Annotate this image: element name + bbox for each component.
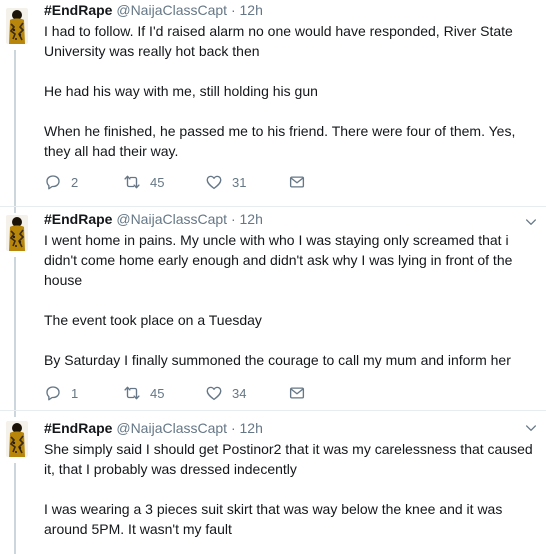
heart-icon — [205, 173, 223, 191]
tweet-header: #EndRape @NaijaClassCapt · 12h — [44, 210, 263, 228]
like-count: 34 — [232, 385, 247, 401]
tweet-text: She simply said I should get Postinor2 t… — [44, 439, 542, 539]
timestamp[interactable]: · 12h — [231, 2, 263, 18]
reply-icon — [44, 384, 62, 402]
tweet-paragraph: By Saturday I finally summoned the coura… — [44, 352, 511, 368]
thread-line — [14, 463, 16, 554]
thread-line — [14, 257, 16, 411]
tweet-actions: 1 45 34 — [44, 383, 306, 403]
tweet-header: #EndRape @NaijaClassCapt · 12h — [44, 1, 263, 19]
reply-button[interactable]: 2 — [44, 173, 123, 191]
reply-count: 1 — [71, 385, 79, 401]
tweet-paragraph: The event took place on a Tuesday — [44, 312, 262, 328]
username[interactable]: @NaijaClassCapt — [116, 420, 227, 436]
retweet-icon — [123, 384, 141, 402]
avatar[interactable] — [6, 215, 28, 251]
tweet-text: I had to follow. If I'd raised alarm no … — [44, 21, 542, 161]
like-button[interactable]: 31 — [205, 173, 288, 191]
display-name[interactable]: #EndRape — [44, 211, 112, 227]
envelope-icon — [288, 384, 306, 402]
tweet-header: #EndRape @NaijaClassCapt · 12h — [44, 419, 263, 437]
retweet-icon — [123, 173, 141, 191]
tweet-paragraph: She simply said I should get Postinor2 t… — [44, 441, 533, 477]
username[interactable]: @NaijaClassCapt — [116, 211, 227, 227]
thread-line — [14, 411, 16, 417]
direct-message-button[interactable] — [288, 173, 306, 191]
retweet-count: 45 — [150, 385, 165, 401]
timestamp[interactable]: · 12h — [231, 211, 263, 227]
username[interactable]: @NaijaClassCapt — [116, 2, 227, 18]
tweet-paragraph: I was wearing a 3 pieces suit skirt that… — [44, 501, 503, 537]
direct-message-button[interactable] — [288, 384, 306, 402]
avatar[interactable] — [6, 421, 28, 457]
reply-button[interactable]: 1 — [44, 384, 123, 402]
tweet-text: I went home in pains. My uncle with who … — [44, 230, 542, 370]
envelope-icon — [288, 173, 306, 191]
heart-icon — [205, 384, 223, 402]
thread-line — [14, 50, 16, 206]
tweet-actions: 2 45 31 — [44, 172, 306, 192]
tweet[interactable]: #EndRape @NaijaClassCapt · 12h I had to … — [0, 0, 546, 206]
timestamp[interactable]: · 12h — [231, 420, 263, 436]
display-name[interactable]: #EndRape — [44, 420, 112, 436]
avatar[interactable] — [6, 8, 28, 44]
display-name[interactable]: #EndRape — [44, 2, 112, 18]
tweet-paragraph: I went home in pains. My uncle with who … — [44, 232, 513, 288]
tweet-paragraph: When he finished, he passed me to his fr… — [44, 123, 516, 159]
retweet-button[interactable]: 45 — [123, 384, 205, 402]
retweet-count: 45 — [150, 174, 165, 190]
reply-count: 2 — [71, 174, 79, 190]
tweet-paragraph: I had to follow. If I'd raised alarm no … — [44, 23, 513, 59]
thread-line — [14, 207, 16, 213]
chevron-down-icon[interactable] — [524, 421, 538, 435]
like-button[interactable]: 34 — [205, 384, 288, 402]
tweet[interactable]: #EndRape @NaijaClassCapt · 12h She simpl… — [0, 410, 546, 554]
like-count: 31 — [232, 174, 247, 190]
retweet-button[interactable]: 45 — [123, 173, 205, 191]
tweet-paragraph: He had his way with me, still holding hi… — [44, 83, 318, 99]
reply-icon — [44, 173, 62, 191]
tweet[interactable]: #EndRape @NaijaClassCapt · 12h I went ho… — [0, 206, 546, 411]
chevron-down-icon[interactable] — [524, 215, 538, 229]
